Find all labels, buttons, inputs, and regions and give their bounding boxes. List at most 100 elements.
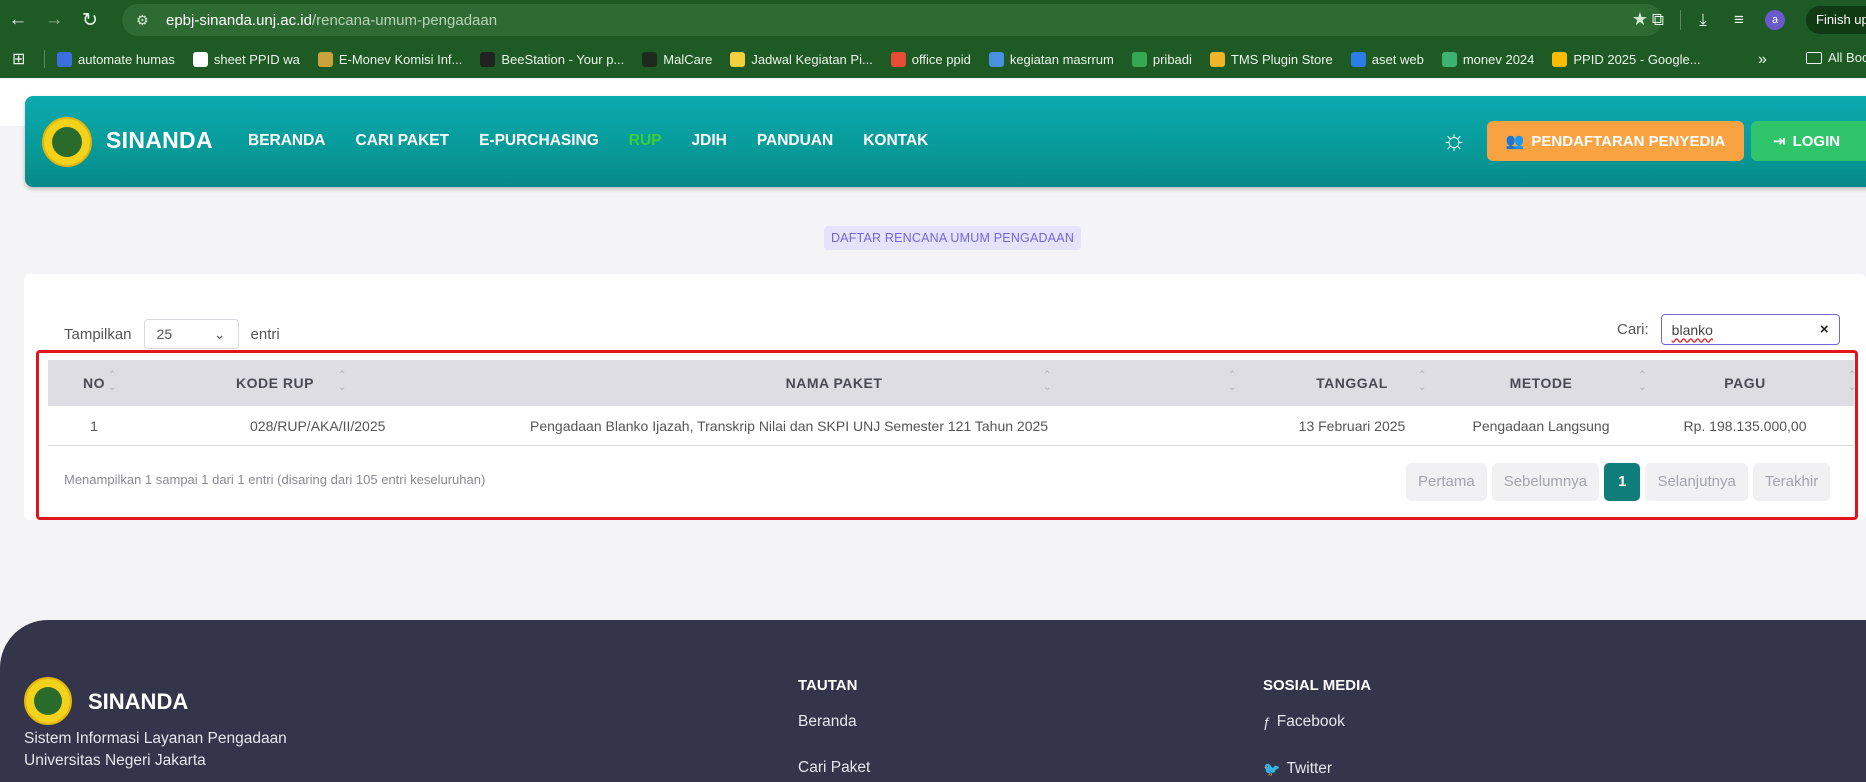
site-header: SINANDA BERANDA CARI PAKET E-PURCHASING RUP… [25,96,1866,187]
page-size-control: Tampilkan 25 ⌄ entri [64,319,280,349]
bookmark-favicon-icon [192,51,208,67]
show-label: Tampilkan [64,325,132,343]
twitter-label: Twitter [1286,760,1333,777]
sort-icon[interactable]: ⌃ ⌄ [1638,370,1647,394]
sort-icon[interactable]: ⌃ ⌄ [1848,370,1857,394]
unj-logo[interactable] [42,117,92,167]
entries-label: entri [250,325,280,343]
table-cell: Pengadaan Blanko Ijazah, Transkrip Nilai… [530,417,1049,434]
footer-link-cari-paket[interactable]: Cari Paket [798,759,870,777]
download-icon[interactable]: ⤓ [1685,10,1721,30]
facebook-label: Facebook [1276,713,1345,730]
sort-icon[interactable]: ⌃ ⌄ [1043,370,1052,394]
finish-update-button[interactable]: Finish update [1806,6,1866,34]
bookmark-item[interactable]: PPID 2025 - Google... [1552,51,1701,67]
nav-item-cari-paket[interactable]: CARI PAKET [356,132,450,150]
nav-item-e-purchasing[interactable]: E-PURCHASING [479,132,599,150]
bookmark-item[interactable]: sheet PPID wa [192,51,300,67]
bookmark-item[interactable]: MalCare [642,51,712,67]
url-host: epbj-sinanda.unj.ac.id [166,11,312,29]
back-icon[interactable]: ← [0,0,36,40]
bookmark-item[interactable]: aset web [1350,51,1424,67]
clear-search-icon[interactable]: × [1820,321,1829,338]
bookmark-item[interactable]: automate humas [57,51,175,67]
column-header[interactable]: NO [48,375,140,391]
footer-twitter-link[interactable]: 🐦 Twitter [1263,760,1332,778]
column-header[interactable]: KODE RUP [140,375,410,391]
column-header[interactable]: PAGU [1636,375,1854,391]
users-icon: 👥 [1505,133,1525,150]
bookmark-label: kegiatan masrrum [1009,51,1114,67]
forward-icon[interactable]: → [36,0,72,40]
footer-facebook-link[interactable]: ƒ Facebook [1263,713,1345,731]
pagination-first[interactable]: Pertama [1406,463,1487,501]
url-path: /rencana-umum-pengadaan [311,11,498,29]
nav-item-panduan[interactable]: PANDUAN [757,132,833,150]
folder-icon [1806,51,1822,64]
pagination-prev[interactable]: Sebelumnya [1491,463,1600,501]
site-settings-icon[interactable]: ⚙ [136,12,158,29]
table-cell: 13 Februari 2025 [1298,417,1406,434]
bookmark-favicon-icon [1209,51,1225,67]
bookmark-item[interactable]: Jadwal Kegiatan Pi... [730,51,873,67]
bookmark-item[interactable]: office ppid [890,51,971,67]
table-body: 1 028/RUP/AKA/II/2025 Pengadaan Blanko Ija… [48,406,1854,446]
nav-item-beranda[interactable]: BERANDA [248,132,326,150]
search-input[interactable]: blanko × [1660,314,1840,345]
footer-social-title: SOSIAL MEDIA [1263,677,1372,694]
chevron-down-icon: ⌄ [213,325,226,342]
login-label: LOGIN [1792,132,1841,150]
footer-desc-line1: Sistem Informasi Layanan Pengadaan [24,730,287,747]
site-brand[interactable]: SINANDA [106,127,213,154]
pagination-current[interactable]: 1 [1604,463,1641,501]
pagination-last[interactable]: Terakhir [1752,463,1831,501]
column-header[interactable]: NAMA PAKET [410,375,1258,391]
bookmark-label: sheet PPID wa [213,51,300,67]
all-bookmarks-folder[interactable]: All Bookmarks [1806,50,1866,65]
extensions-icon[interactable]: ⧉ [1640,10,1676,30]
pagination-next[interactable]: Selanjutnya [1645,463,1748,501]
table-info: Menampilkan 1 sampai 1 dari 1 entri (dis… [64,472,486,487]
bookmark-label: monev 2024 [1462,51,1535,67]
bookmark-label: PPID 2025 - Google... [1573,51,1701,67]
search-label: Cari: [1617,321,1649,338]
bookmark-item[interactable]: E-Monev Komisi Inf... [317,51,463,67]
sort-icon[interactable]: ⌃ ⌄ [108,370,117,394]
rup-table: NO KODE RUP NAMA PAKET TANGGAL METODE PAGU ⌃ ⌄ ⌃… [48,360,1857,446]
twitter-icon: 🐦 [1263,760,1281,777]
bookmark-item[interactable]: monev 2024 [1441,51,1535,67]
column-header[interactable]: METODE [1446,375,1636,391]
sort-icon[interactable]: ⌃ ⌄ [338,370,347,394]
bookmark-item[interactable]: pribadi [1131,51,1192,67]
address-bar[interactable]: ⚙ epbj-sinanda.unj.ac.id/rencana-umum-pe… [122,4,1662,36]
theme-toggle-sun-icon[interactable]: ☼ [1438,124,1470,156]
register-provider-button[interactable]: 👥 PENDAFTARAN PENYEDIA [1487,121,1744,161]
nav-item-jdih[interactable]: JDIH [692,132,727,150]
bookmark-item[interactable]: kegiatan masrrum [988,51,1114,67]
more-bookmarks-icon[interactable]: » [1758,51,1767,69]
reading-list-icon[interactable]: ≡ [1721,10,1757,30]
search-value: blanko [1671,321,1713,338]
bookmark-favicon-icon [317,51,333,67]
sort-icon[interactable]: ⌃ ⌄ [1418,370,1427,394]
bookmark-label: BeeStation - Your p... [501,51,625,67]
bookmark-item[interactable]: BeeStation - Your p... [480,51,625,67]
nav-item-rup[interactable]: RUP [629,132,662,150]
profile-avatar[interactable]: a [1765,10,1785,30]
pagination: Pertama Sebelumnya 1 Selanjutnya Terakhi… [1406,463,1835,501]
sort-icon[interactable]: ⌃ ⌄ [1228,370,1237,394]
bookmark-label: aset web [1371,51,1424,67]
browser-actions: ⧉ ⤓ ≡ a [1640,0,1793,40]
page-size-select[interactable]: 25 ⌄ [143,319,239,349]
apps-grid-icon[interactable]: ⊞ [12,49,30,69]
bookmark-label: E-Monev Komisi Inf... [338,51,463,67]
login-button[interactable]: ⇥ LOGIN [1751,121,1866,161]
reload-icon[interactable]: ↻ [72,0,108,40]
bookmark-label: automate humas [78,51,175,67]
bookmark-item[interactable]: TMS Plugin Store [1209,51,1333,67]
nav-item-kontak[interactable]: KONTAK [863,132,928,150]
site-footer: SINANDA Sistem Informasi Layanan Pengada… [0,620,1866,782]
table-row[interactable]: 1 028/RUP/AKA/II/2025 Pengadaan Blanko Ija… [48,406,1854,446]
footer-link-beranda[interactable]: Beranda [798,713,857,731]
bookmark-favicon-icon [988,51,1004,67]
